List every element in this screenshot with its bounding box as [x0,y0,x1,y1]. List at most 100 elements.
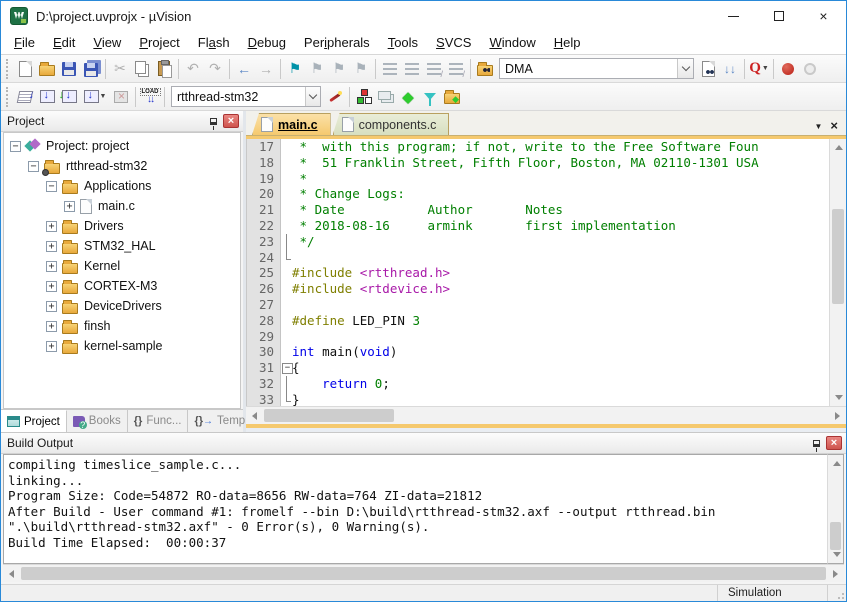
pack-installer-button[interactable] [441,86,463,108]
clear-bookmarks-button[interactable]: ⚑ [350,58,372,80]
build-output-log[interactable]: compiling timeslice_sample.c...linking..… [3,454,827,564]
hscroll-thumb[interactable] [264,409,394,422]
rebuild-button[interactable] [58,86,80,108]
incremental-find-button[interactable]: ↓↓ [719,58,741,80]
tree-item-finsh[interactable]: + finsh [4,316,240,336]
redo-button[interactable]: ↷ [204,58,226,80]
navigate-back-button[interactable]: ← [233,58,255,80]
download-button[interactable]: LOAD ↓↓ [139,86,161,108]
project-panel-close-button[interactable]: × [223,114,239,128]
project-tree[interactable]: − Project: project − rtthread-stm32 − Ap… [3,132,241,409]
build-button[interactable] [36,86,58,108]
indent-button[interactable] [379,58,401,80]
close-document-button[interactable]: × [830,121,838,131]
minimize-button[interactable] [711,1,756,31]
find-dropdown-button[interactable] [677,59,693,78]
maximize-button[interactable] [756,1,801,31]
paste-button[interactable] [153,58,175,80]
manage-rte-button[interactable] [353,86,375,108]
scroll-left-arrow-icon[interactable] [246,407,263,424]
tree-item-kernel-sample[interactable]: + kernel-sample [4,336,240,356]
expand-box-icon[interactable]: + [46,281,57,292]
tree-item-devicedrivers[interactable]: + DeviceDrivers [4,296,240,316]
scroll-right-arrow-icon[interactable] [829,407,846,424]
disable-breakpoint-button[interactable] [799,58,821,80]
collapse-box-icon[interactable]: − [28,161,39,172]
menu-edit[interactable]: Edit [44,33,84,52]
unindent-button[interactable] [401,58,423,80]
vscroll-thumb[interactable] [832,209,844,304]
toolbar-grip[interactable] [6,59,11,79]
toggle-breakpoint-button[interactable] [777,58,799,80]
previous-bookmark-button[interactable]: ⚑ [306,58,328,80]
find-in-files-button[interactable] [697,58,719,80]
filter-button[interactable] [419,86,441,108]
expand-box-icon[interactable]: + [46,221,57,232]
target-select-input[interactable] [172,90,305,104]
scroll-down-arrow-icon[interactable] [830,389,847,406]
menu-file[interactable]: File [5,33,44,52]
target-options-button[interactable] [324,86,346,108]
comment-button[interactable] [423,58,445,80]
translate-button[interactable] [14,86,36,108]
scroll-left-arrow-icon[interactable] [3,565,20,582]
close-button[interactable]: × [801,1,846,31]
navigate-forward-button[interactable]: → [255,58,277,80]
find-in-files-folder-button[interactable] [474,58,496,80]
build-hscrollbar[interactable] [3,564,844,582]
build-output-close-button[interactable]: × [826,436,842,450]
copy-button[interactable] [131,58,153,80]
menu-flash[interactable]: Flash [189,33,239,52]
batch-build-button[interactable]: ▼ [80,86,110,108]
resize-grip[interactable] [828,585,846,601]
tab-components-c[interactable]: components.c [333,113,450,135]
tree-item-project-root[interactable]: − Project: project [4,136,240,156]
manage-windows-button[interactable] [375,86,397,108]
next-bookmark-button[interactable]: ⚑ [328,58,350,80]
tree-item-cortex-m3[interactable]: + CORTEX-M3 [4,276,240,296]
menu-peripherals[interactable]: Peripherals [295,33,379,52]
menu-help[interactable]: Help [545,33,590,52]
expand-box-icon[interactable]: + [46,301,57,312]
menu-tools[interactable]: Tools [379,33,427,52]
uncomment-button[interactable] [445,58,467,80]
scroll-down-arrow-icon[interactable] [828,546,845,563]
cut-button[interactable]: ✂ [109,58,131,80]
expand-box-icon[interactable]: + [46,261,57,272]
expand-box-icon[interactable]: + [46,341,57,352]
tab-list-dropdown[interactable]: ▼ [814,122,822,131]
open-file-button[interactable] [36,58,58,80]
tree-item-stm32-hal[interactable]: + STM32_HAL [4,236,240,256]
tree-item-drivers[interactable]: + Drivers [4,216,240,236]
new-file-button[interactable] [14,58,36,80]
tree-item-rtthread-stm32[interactable]: − rtthread-stm32 [4,156,240,176]
scroll-right-arrow-icon[interactable] [827,565,844,582]
target-dropdown-button[interactable] [305,87,320,106]
find-input[interactable] [500,62,677,76]
menu-view[interactable]: View [84,33,130,52]
expand-box-icon[interactable]: + [46,241,57,252]
editor-vscrollbar[interactable] [829,139,846,406]
tab-books[interactable]: Books [67,410,128,432]
save-all-button[interactable] [80,58,102,80]
build-vscrollbar[interactable] [827,454,844,564]
hscroll-thumb[interactable] [21,567,826,580]
undo-button[interactable]: ↶ [182,58,204,80]
scroll-up-arrow-icon[interactable] [828,455,845,472]
expand-box-icon[interactable]: + [46,321,57,332]
tree-item-main-c[interactable]: + main.c [4,196,240,216]
menu-debug[interactable]: Debug [239,33,295,52]
toolbar-grip[interactable] [6,87,11,107]
menu-project[interactable]: Project [130,33,188,52]
expand-box-icon[interactable]: + [64,201,75,212]
tree-item-applications[interactable]: − Applications [4,176,240,196]
tab-functions[interactable]: {} Func... [128,410,189,432]
insert-bookmark-button[interactable]: ⚑ [284,58,306,80]
collapse-box-icon[interactable]: − [10,141,21,152]
pin-button[interactable] [205,114,221,129]
stop-build-button[interactable] [110,86,132,108]
insert-rte-button[interactable]: ◆ [397,86,419,108]
pin-button[interactable] [808,436,824,451]
collapse-box-icon[interactable]: − [46,181,57,192]
code-viewport[interactable]: 17 * with this program; if not, write to… [246,139,846,406]
